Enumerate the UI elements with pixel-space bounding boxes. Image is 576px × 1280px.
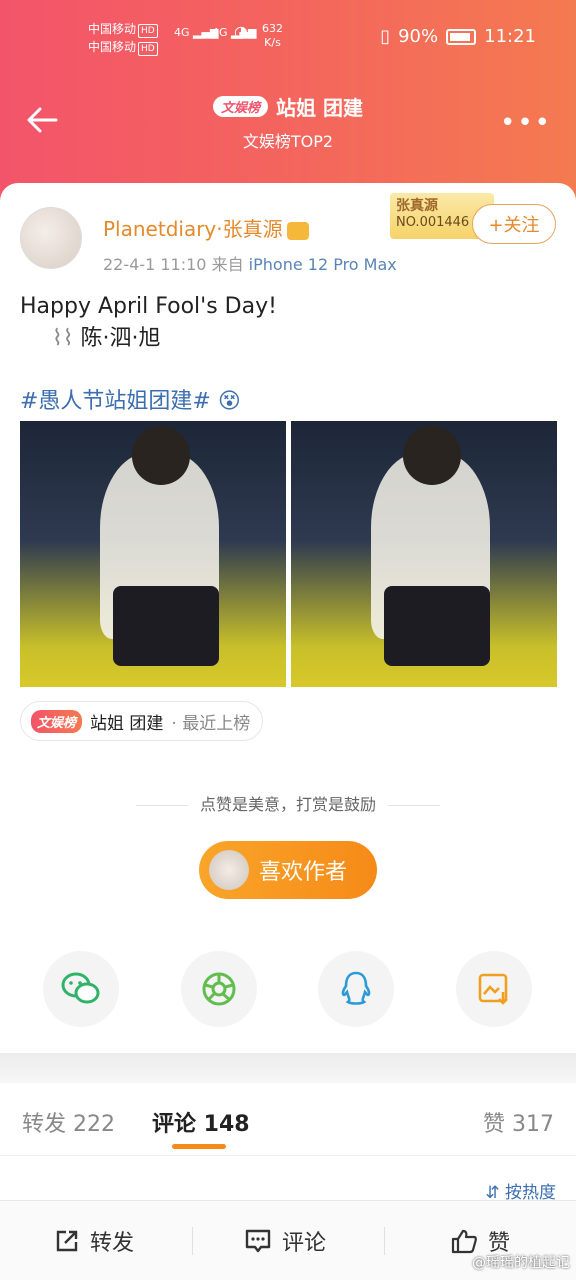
post-text-line: Happy April Fool's Day! [20,294,277,319]
like-author-button[interactable]: 喜欢作者 [199,841,377,899]
chip-title: 站姐 团建 [90,713,164,734]
post-image[interactable] [20,421,286,687]
wenyu-badge: 文娱榜 [31,709,83,733]
page-title: 文娱榜 站姐 团建 [0,92,576,121]
fan-badge-name: 张真源 [396,198,438,214]
emoji-icon: 😵 [217,389,241,414]
hd-badge: HD [138,42,158,56]
image-head [402,426,462,485]
more-options-icon[interactable]: ••• [500,108,552,138]
tab-like[interactable]: 赞 317 [483,1106,554,1138]
carrier-info: 中国移动 HD 中国移动 HD [88,20,158,56]
vip-crown-icon [286,221,309,240]
clock: 11:21 [484,26,536,47]
post-meta: 22-4-1 11:10 来自 iPhone 12 Pro Max [103,251,397,275]
status-right: ▯ 90% 11:21 [380,26,536,47]
qq-icon [341,971,371,1005]
comment-label: 评论 [282,1231,327,1256]
tab-repost[interactable]: 转发 222 [22,1106,115,1138]
tab-comment[interactable]: 评论 148 [152,1106,250,1138]
share-moments-button[interactable] [181,951,257,1027]
follow-button[interactable]: +关注 [472,204,556,244]
wifi-icon: ◔ [234,22,248,41]
vibrate-icon: ▯ [380,26,391,47]
device-name[interactable]: iPhone 12 Pro Max [249,255,397,274]
share-wechat-button[interactable] [43,951,119,1027]
ranking-chip[interactable]: 文娱榜 站姐 团建 · 最近上榜 [20,701,264,741]
repost-button[interactable]: 转发 [54,1225,134,1257]
wechat-icon [61,972,100,1004]
interaction-tabs: 转发 222 评论 148 赞 317 [0,1100,576,1150]
title-text: 站姐 团建 [276,96,363,120]
save-image-icon [478,973,508,1005]
post-text: Happy April Fool's Day! ⌇⌇ 陈·泗·旭 [20,291,277,355]
post-text-line: ⌇⌇ 陈·泗·旭 [52,326,161,351]
image-legs [113,585,220,666]
section-divider [0,1053,576,1083]
comment-icon [245,1229,271,1253]
author-avatar-small [209,850,249,890]
battery-icon [446,28,477,45]
paperclip-icon: ⌇⌇ [52,326,74,351]
encourage-text: 点赞是美意，打赏是鼓励 [0,791,576,815]
hd-badge: HD [138,24,158,38]
chip-status: · 最近上榜 [171,713,251,734]
user-avatar[interactable] [20,207,82,269]
network-speed: 632 K/s [262,22,283,49]
post-date: 22-4-1 11:10 [103,255,207,274]
thumbs-up-icon [451,1229,477,1254]
comment-button[interactable]: 评论 [244,1225,326,1257]
carrier-2: 中国移动 [88,40,137,54]
battery-level: 90% [398,26,439,47]
tabs-separator [0,1155,576,1156]
moments-icon [202,972,236,1006]
bar-separator [384,1227,385,1255]
hashtag-link[interactable]: #愚人节站姐团建# 😵 [20,383,241,415]
repost-icon [56,1230,78,1252]
repost-label: 转发 [90,1231,135,1256]
share-qq-button[interactable] [318,951,394,1027]
carrier-1: 中国移动 [88,22,137,36]
from-label: 来自 [211,255,244,274]
bar-separator [192,1227,193,1255]
watermark: @瑶瑶的植起记 [472,1255,570,1271]
image-legs [384,585,491,666]
page-subtitle[interactable]: 文娱榜TOP2 [0,128,576,152]
status-bar: 中国移动 HD 中国移动 HD 4G ▂▄▆ 4G ▂▄▆ ◔ 632 K/s ▯ … [0,18,576,58]
like-author-label: 喜欢作者 [259,860,348,885]
username[interactable]: Planetdiary·张真源 [103,213,309,242]
save-image-button[interactable] [456,951,532,1027]
post-card: Planetdiary·张真源 22-4-1 11:10 来自 iPhone 1… [0,183,576,1053]
post-image[interactable] [291,421,557,687]
wenyu-badge: 文娱榜 [213,96,269,117]
image-head [131,426,191,485]
active-tab-indicator [172,1144,226,1149]
